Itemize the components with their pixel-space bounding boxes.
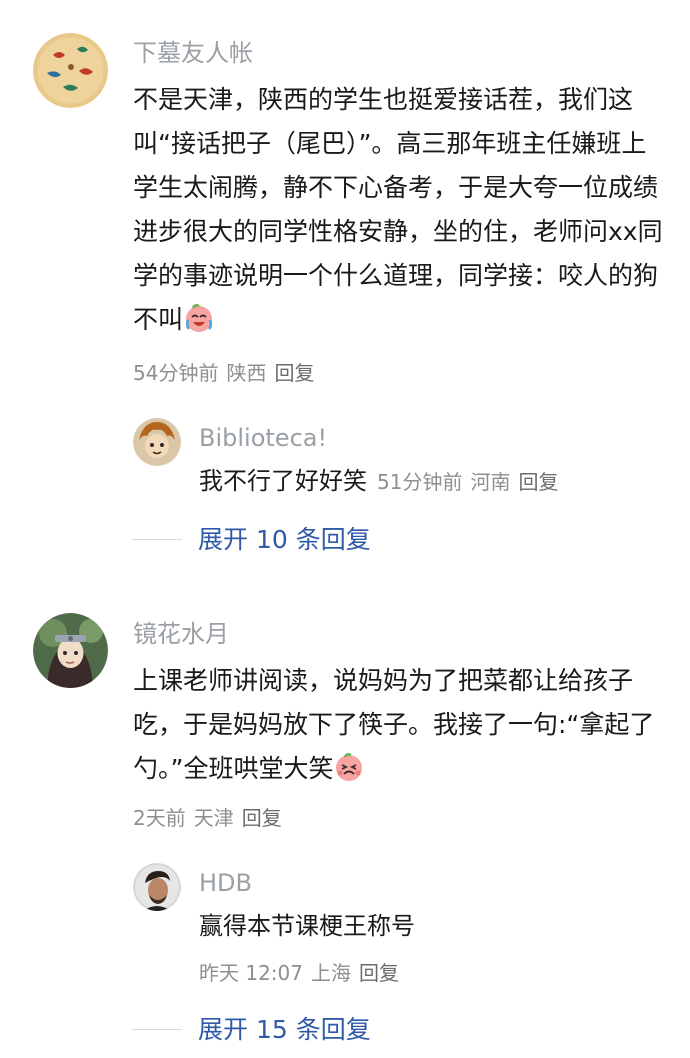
location: 河南 — [470, 470, 511, 494]
reply-button[interactable]: 回复 — [518, 470, 558, 494]
avatar[interactable] — [133, 863, 181, 911]
reply-meta: 51分钟前 河南 回复 — [377, 470, 566, 494]
avatar[interactable] — [33, 613, 108, 688]
username[interactable]: 下墓友人帐 — [133, 38, 253, 68]
comment-meta: 2天前 天津 回复 — [133, 804, 290, 832]
expand-replies-button[interactable]: 展开 10 条回复 — [132, 520, 532, 560]
timestamp: 54分钟前 — [133, 361, 219, 385]
reply-button[interactable]: 回复 — [274, 361, 314, 385]
expand-replies-label[interactable]: 展开 15 条回复 — [198, 1010, 371, 1050]
expand-replies-label[interactable]: 展开 10 条回复 — [198, 520, 371, 560]
avatar[interactable] — [33, 33, 108, 108]
laughing-crying-emoji-icon — [183, 302, 215, 334]
comment-meta: 54分钟前 陕西 回复 — [133, 359, 322, 387]
timestamp: 51分钟前 — [377, 470, 463, 494]
expand-replies-button[interactable]: 展开 15 条回复 — [132, 1010, 532, 1050]
divider — [132, 539, 182, 540]
location: 上海 — [311, 961, 351, 985]
comment-text: 不是天津，陕西的学生也挺爱接话茬，我们这叫“接话把子（尾巴）”。高三那年班主任嫌… — [133, 85, 663, 334]
location: 陕西 — [226, 361, 267, 385]
username[interactable]: 镜花水月 — [133, 619, 229, 649]
reply-button[interactable]: 回复 — [359, 961, 399, 985]
reply-username[interactable]: HDB — [199, 868, 252, 898]
timestamp: 2天前 — [133, 806, 186, 830]
holding-laugh-emoji-icon — [333, 751, 365, 783]
avatar[interactable] — [133, 418, 181, 466]
divider — [132, 1029, 182, 1030]
timestamp: 昨天 12:07 — [199, 961, 303, 985]
reply-text: 赢得本节课梗王称号 — [199, 912, 415, 940]
reply-button[interactable]: 回复 — [242, 806, 282, 830]
reply-username[interactable]: Biblioteca! — [199, 423, 327, 453]
location: 天津 — [193, 806, 234, 830]
reply-meta: 昨天 12:07 上海 回复 — [199, 959, 407, 987]
reply-text: 我不行了好好笑 51分钟前 河南 回复 — [199, 464, 566, 499]
comment-text: 上课老师讲阅读，说妈妈为了把菜都让给孩子吃，于是妈妈放下了筷子。我接了一句:“拿… — [133, 666, 655, 783]
